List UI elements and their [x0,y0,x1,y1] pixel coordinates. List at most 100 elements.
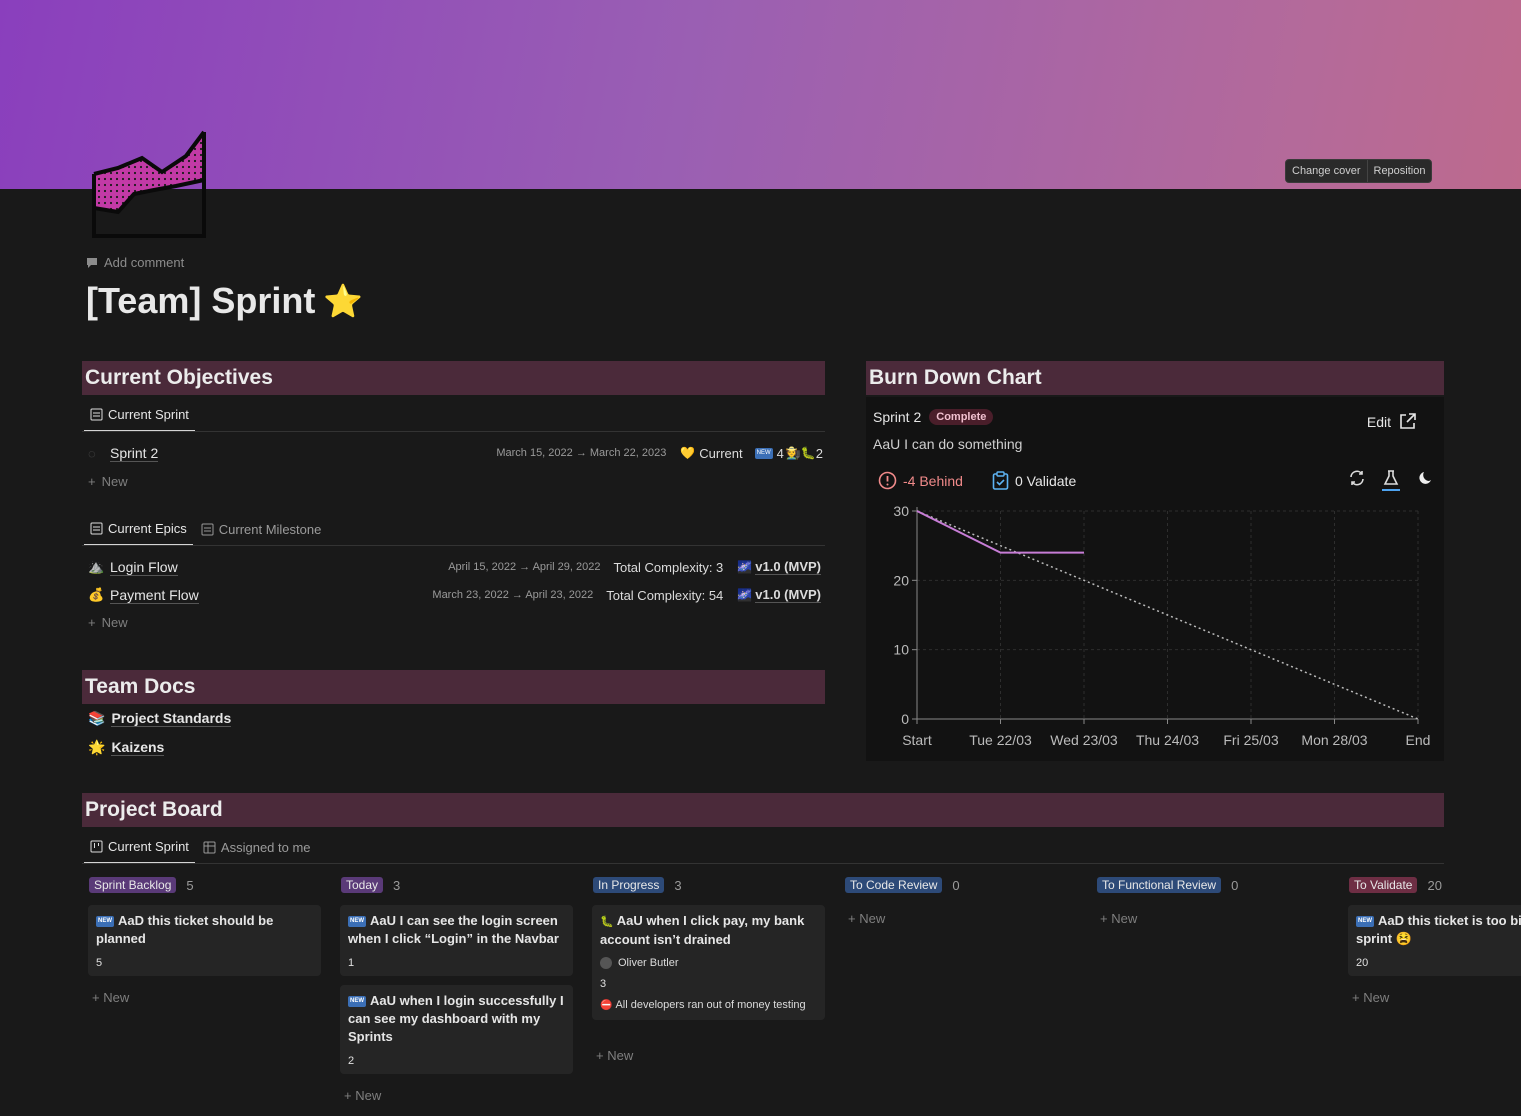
card-title: AaU when I click pay, my bank account is… [600,913,805,947]
reposition-button[interactable]: Reposition [1366,160,1432,182]
column-count: 0 [952,877,960,893]
tired-face-icon: 😫 [1395,931,1412,946]
doc-link-project-standards[interactable]: 📚 Project Standards [88,710,232,727]
comment-icon [87,257,97,268]
card-complexity: 1 [348,957,355,969]
board-column-to-validate: To Validate 20 NEW AaD this ticket is too … [1342,876,1521,1016]
new-card-button[interactable]: + New [92,990,129,1005]
tab-current-sprint-label: Current Sprint [108,407,189,422]
board-view-icon [90,840,103,853]
bug-icon: 🐛 [800,446,816,460]
card-blocker-note: All developers ran out of money testing [615,999,806,1011]
new-card-button[interactable]: + New [1100,911,1137,926]
burn-down-widget: Sprint 2 Complete AaU I can do something… [866,397,1444,761]
card-complexity: 2 [348,1055,355,1067]
list-view-icon [90,522,103,535]
y-tick-label: 30 [893,503,909,519]
sparkle-star-icon: 🌟 [88,739,106,755]
x-tick-label: Thu 24/03 [1136,732,1199,748]
epic-row[interactable]: 💰 Payment Flow March 23, 2022 → April 23… [88,586,821,604]
project-board-heading: Project Board [82,793,1444,827]
x-tick-label: Wed 23/03 [1050,732,1118,748]
y-tick-label: 0 [901,711,909,727]
doc-link-label: Kaizens [111,739,165,756]
epic-name[interactable]: Login Flow [110,559,178,576]
team-docs-heading: Team Docs [82,670,825,704]
board-card[interactable]: NEW AaD this ticket should be planned 5 [88,905,321,976]
y-tick-label: 20 [893,572,909,588]
board-card[interactable]: 🐛 AaU when I click pay, my bank account i… [592,905,825,1020]
burn-down-heading: Burn Down Chart [866,361,1444,395]
new-label: New [859,911,886,926]
tab-current-milestone[interactable]: Current Milestone [195,521,328,546]
sprint-name[interactable]: Sprint 2 [110,445,159,462]
new-sprint-button[interactable]: + New [88,474,128,489]
board-card[interactable]: NEWAaD this ticket is too big the sprint… [1348,905,1521,976]
money-bag-icon: 💰 [88,587,105,602]
new-icon: NEW [96,916,114,928]
x-tick-label: Mon 28/03 [1301,732,1367,748]
doc-link-label: Project Standards [111,710,232,727]
books-icon: 📚 [88,710,106,726]
doc-link-kaizens[interactable]: 🌟 Kaizens [88,739,165,756]
objectives-sprint-tabs: Current Sprint [84,407,195,432]
yellow-heart-icon: 💛 [680,446,696,460]
epic-name[interactable]: Payment Flow [110,587,199,604]
tab-current-sprint[interactable]: Current Sprint [84,407,195,432]
add-comment-button[interactable]: Add comment [86,255,184,270]
epic-complexity: Total Complexity: 3 [613,559,724,575]
page-title[interactable]: [Team] Sprint ⭐ [86,280,363,322]
epic-dates: March 23, 2022 → April 23, 2022 [432,589,594,601]
new-card-button[interactable]: + New [848,911,885,926]
tab-assigned-to-me-label: Assigned to me [220,840,311,855]
plus-icon: + [88,615,96,630]
area-chart-icon[interactable] [90,128,208,240]
card-assignee: Oliver Butler [618,957,679,969]
epic-milestone[interactable]: v1.0 (MVP) [755,587,821,603]
sprint-row[interactable]: ◌ Sprint 2 March 15, 2022 → March 22, 20… [88,444,823,462]
project-board-tabs: Current Sprint Assigned to me [84,839,317,864]
card-complexity: 5 [96,957,103,969]
developer-icon: 🧑‍🌾 [785,446,801,460]
new-label: New [1363,990,1390,1005]
epic-row[interactable]: ⛰️ Login Flow April 15, 2022 → April 29,… [88,558,821,576]
bug-icon: 🐛 [600,916,614,928]
sprint-new-count: 4 [776,445,784,461]
tab-board-current-sprint-label: Current Sprint [108,839,189,854]
divider [82,545,825,546]
card-complexity: 20 [1356,957,1369,969]
x-tick-label: Fri 25/03 [1223,732,1278,748]
new-icon: NEW [348,996,366,1008]
divider [82,863,1444,864]
new-icon: NEW [1356,916,1374,928]
board-card[interactable]: NEW AaU when I login successfully I can s… [340,985,573,1074]
column-count: 20 [1427,877,1442,893]
tab-assigned-to-me[interactable]: Assigned to me [197,839,317,864]
epic-milestone[interactable]: v1.0 (MVP) [755,559,821,575]
sprint-dates: March 15, 2022 → March 22, 2023 [496,447,667,459]
change-cover-button[interactable]: Change cover [1286,160,1366,182]
no-entry-icon: ⛔ [600,1000,613,1011]
tab-current-epics[interactable]: Current Epics [84,521,193,546]
epic-complexity: Total Complexity: 54 [606,587,724,603]
board-column-today: Today 3 NEW AaU I can see the login screen… [334,876,573,1103]
epic-dates: April 15, 2022 → April 29, 2022 [448,561,601,573]
tab-board-current-sprint[interactable]: Current Sprint [84,839,195,864]
sprint-status: Current [699,445,743,461]
board-column-to-functional-review: To Functional Review 0 + New [1090,876,1323,926]
board-card[interactable]: NEW AaU I can see the login screen when I… [340,905,573,976]
new-card-button[interactable]: + New [1352,990,1389,1005]
milestone-icon: 🌌 [737,588,753,602]
milestone-icon: 🌌 [737,560,753,574]
new-card-button[interactable]: + New [596,1048,633,1063]
board-column-sprint-backlog: Sprint Backlog 5 NEW AaD this ticket shoul… [82,876,321,1005]
new-epic-button[interactable]: + New [88,615,128,630]
card-title: AaD this ticket is too big the sprint [1356,913,1521,946]
y-tick-label: 10 [893,642,909,658]
card-title: AaD this ticket should be planned [96,913,274,946]
cover-controls: Change cover Reposition [1285,159,1433,183]
new-card-button[interactable]: + New [344,1088,381,1103]
divider [82,431,825,432]
list-view-icon [90,408,103,421]
column-tag: To Validate [1349,877,1418,893]
